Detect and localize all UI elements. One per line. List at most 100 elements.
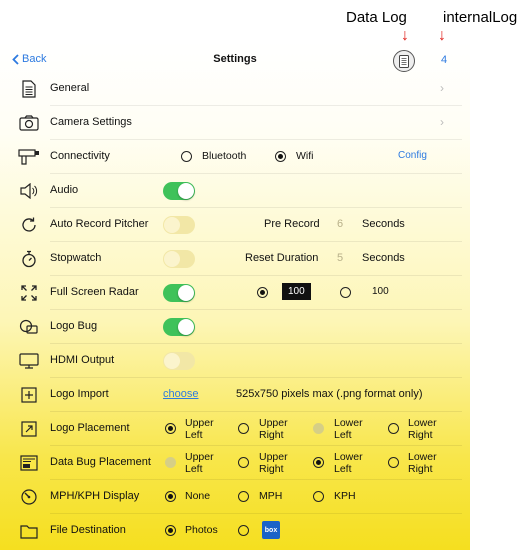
hdmi-output-label: HDMI Output: [50, 354, 115, 366]
auto-record-label: Auto Record Pitcher: [50, 218, 149, 230]
box-logo: box: [262, 521, 280, 539]
refresh-icon: [18, 214, 40, 236]
data-bug-placement-label: Data Bug Placement: [50, 456, 151, 468]
stopwatch-icon: [18, 248, 40, 270]
connectivity-label: Connectivity: [50, 150, 110, 162]
data-lower-right-radio[interactable]: [388, 457, 399, 468]
radar-gun-icon: [18, 146, 40, 168]
data-upper-right-label: Upper Right: [259, 451, 288, 475]
pre-record-label: Pre Record: [264, 218, 320, 230]
logo-placement-label: Logo Placement: [50, 422, 130, 434]
box-radio[interactable]: [238, 525, 249, 536]
data-upper-left-label: Upper Left: [185, 451, 214, 475]
wifi-option-label: Wifi: [296, 150, 314, 162]
logo-bug-label: Logo Bug: [50, 320, 98, 332]
internal-log-count[interactable]: 4: [441, 54, 447, 66]
connectivity-row: Connectivity Bluetooth Wifi Config: [0, 140, 470, 174]
logo-bug-icon: [18, 316, 40, 338]
logo-lower-left-label: Lower Left: [334, 417, 363, 441]
chevron-right-icon: ›: [440, 81, 444, 95]
audio-row: Audio: [0, 174, 470, 208]
logo-lower-left-radio: [313, 423, 324, 434]
general-row[interactable]: General ›: [0, 72, 470, 106]
reset-duration-unit: Seconds: [362, 252, 405, 264]
logo-upper-left-radio[interactable]: [165, 423, 176, 434]
camera-icon: [18, 112, 40, 134]
logo-upper-left-label: Upper Left: [185, 417, 214, 441]
document-icon: [18, 78, 40, 100]
audio-label: Audio: [50, 184, 79, 196]
file-destination-label: File Destination: [50, 524, 126, 536]
camera-settings-row[interactable]: Camera Settings ›: [0, 106, 470, 140]
data-upper-left-radio: [165, 457, 176, 468]
bluetooth-radio[interactable]: [181, 151, 192, 162]
nav-bar: Back Settings 4: [0, 42, 470, 76]
logo-placement-row: Logo Placement Upper Left Upper Right Lo…: [0, 412, 470, 446]
camera-settings-label: Camera Settings: [50, 116, 132, 128]
mph-option-label: MPH: [259, 490, 283, 502]
full-screen-radar-row: Full Screen Radar 100 100: [0, 276, 470, 310]
pre-record-unit: Seconds: [362, 218, 405, 230]
mph-radio[interactable]: [238, 491, 249, 502]
radar-size-radio-2[interactable]: [340, 287, 351, 298]
reset-duration-value[interactable]: 5: [337, 252, 343, 264]
data-lower-left-label: Lower Left: [334, 451, 363, 475]
logo-upper-right-radio[interactable]: [238, 423, 249, 434]
hdmi-output-toggle[interactable]: [163, 352, 195, 370]
radar-size-radio-1[interactable]: [257, 287, 268, 298]
photos-radio[interactable]: [165, 525, 176, 536]
data-bug-placement-row: Data Bug Placement Upper Left Upper Righ…: [0, 446, 470, 480]
chevron-right-icon: ›: [440, 115, 444, 129]
logo-lower-right-radio[interactable]: [388, 423, 399, 434]
auto-record-toggle[interactable]: [163, 216, 195, 234]
stopwatch-label: Stopwatch: [50, 252, 102, 264]
hdmi-output-row: HDMI Output: [0, 344, 470, 378]
data-lower-left-radio[interactable]: [313, 457, 324, 468]
radar-size-value-1[interactable]: 100: [282, 283, 311, 300]
monitor-icon: [18, 350, 40, 372]
logo-import-row: Logo Import choose 525x750 pixels max (.…: [0, 378, 470, 412]
reset-duration-label: Reset Duration: [245, 252, 319, 264]
stopwatch-toggle[interactable]: [163, 250, 195, 268]
data-lower-right-label: Lower Right: [408, 451, 437, 475]
internal-log-annotation: internalLog: [443, 9, 518, 26]
logo-upper-right-label: Upper Right: [259, 417, 288, 441]
plus-box-icon: [18, 384, 40, 406]
stopwatch-row: Stopwatch Reset Duration 5 Seconds: [0, 242, 470, 276]
bluetooth-option-label: Bluetooth: [202, 150, 247, 162]
wifi-radio[interactable]: [275, 151, 286, 162]
general-label: General: [50, 82, 90, 94]
kph-radio[interactable]: [313, 491, 324, 502]
none-radio[interactable]: [165, 491, 176, 502]
photos-option-label: Photos: [185, 524, 218, 536]
radar-size-value-2[interactable]: 100: [372, 286, 389, 297]
logo-bug-row: Logo Bug: [0, 310, 470, 344]
expand-icon: [18, 282, 40, 304]
logo-import-label: Logo Import: [50, 388, 109, 400]
auto-record-row: Auto Record Pitcher Pre Record 6 Seconds: [0, 208, 470, 242]
pre-record-value[interactable]: 6: [337, 218, 343, 230]
none-option-label: None: [185, 490, 211, 502]
full-screen-radar-toggle[interactable]: [163, 284, 195, 302]
placement-icon: [18, 418, 40, 440]
data-log-button[interactable]: [393, 50, 415, 72]
folder-icon: [18, 520, 40, 542]
full-screen-radar-label: Full Screen Radar: [50, 286, 139, 298]
config-link[interactable]: Config: [398, 150, 427, 161]
speaker-icon: [18, 180, 40, 202]
settings-screen: Back Settings 4 General › Camera Setting…: [0, 42, 470, 550]
speedometer-icon: [18, 486, 40, 508]
audio-toggle[interactable]: [163, 182, 195, 200]
choose-link[interactable]: choose: [163, 388, 198, 400]
logo-lower-right-label: Lower Right: [408, 417, 437, 441]
document-icon: [399, 54, 409, 68]
data-bug-icon: [18, 452, 40, 474]
kph-option-label: KPH: [334, 490, 356, 502]
data-upper-right-radio[interactable]: [238, 457, 249, 468]
speed-display-row: MPH/KPH Display None MPH KPH: [0, 480, 470, 514]
logo-bug-toggle[interactable]: [163, 318, 195, 336]
speed-display-label: MPH/KPH Display: [50, 490, 140, 502]
data-log-annotation: Data Log: [346, 9, 407, 26]
file-destination-row: File Destination Photos box: [0, 514, 470, 548]
logo-import-hint: 525x750 pixels max (.png format only): [236, 388, 423, 400]
